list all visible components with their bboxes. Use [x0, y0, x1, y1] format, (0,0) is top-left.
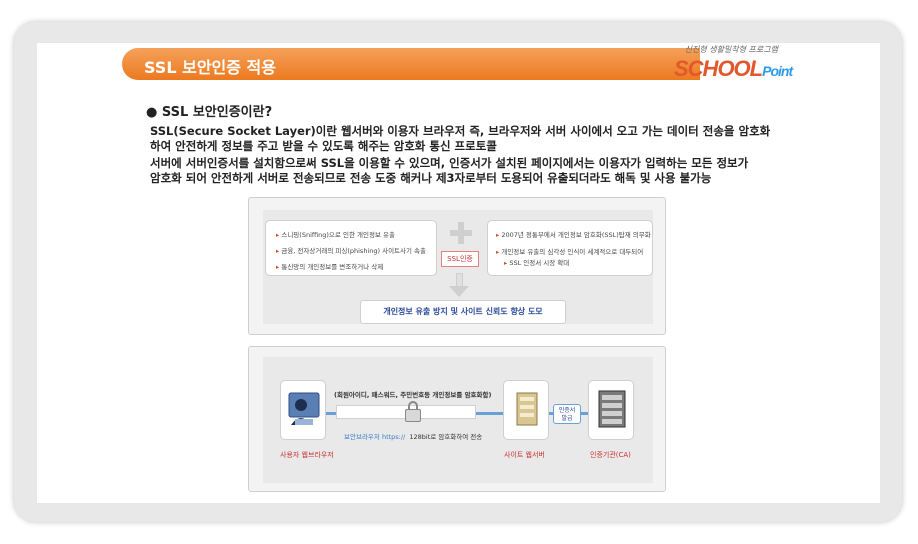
ca-label: 인증기관(CA) — [590, 451, 631, 459]
page-title: SSL 보안인증 적용 — [144, 58, 276, 77]
transport-caption: 보안브라우저 https:// 128bit로 암호화하여 전송 — [344, 431, 482, 441]
title-banner: SSL 보안인증 적용 — [122, 48, 700, 80]
bit-caption: 128bit로 암호화하여 전송 — [409, 433, 483, 441]
schoolpoint-logo: 신진형 생활밀착형 프로그램 SCHOOLPoint — [668, 44, 798, 86]
cert-line-2: 발급 — [561, 415, 573, 422]
paragraph-1-line-2: 하여 안전하게 정보를 주고 받을 수 있도록 해주는 암호화 통신 프로토콜 — [150, 139, 497, 153]
logo-main-text: SCHOOL — [674, 56, 763, 81]
policy-item: 개인정보 유출의 심각성 인식이 세계적으로 대두되어 — [496, 246, 643, 256]
plus-icon — [450, 222, 472, 244]
policy-item: 2007년 정통부에서 개인정보 암호화(SSL)탑재 의무화 — [496, 229, 650, 239]
paragraph-1-line-1: SSL(Secure Socket Layer)이란 웹서버와 이용자 브라우저… — [150, 124, 771, 138]
logo-suffix: Point — [762, 63, 793, 79]
paragraph-2-line-1: 서버에 서버인증서를 설치함으로써 SSL을 이용할 수 있으며, 인증서가 설… — [150, 156, 749, 170]
logo-wordmark: SCHOOLPoint — [674, 56, 793, 82]
ca-node — [588, 380, 634, 440]
arrow-down-icon — [449, 273, 469, 299]
threat-item: 스니핑(Sniffing)으로 인한 개인정보 유출 — [276, 229, 395, 239]
server-icon — [516, 392, 538, 426]
ssl-badge: SSL인증 — [441, 251, 479, 267]
paragraph-2-line-2: 암호화 되어 안전하게 서버로 전송되므로 전송 도중 해커나 제3자로부터 도… — [150, 171, 712, 185]
paragraph-2: 서버에 서버인증서를 설치함으로써 SSL을 이용할 수 있으며, 인증서가 설… — [150, 156, 748, 186]
threat-item: 금융, 전자상거래의 피싱(phishing) 사이트사기 속출 — [276, 245, 426, 255]
section-heading: ● SSL 보안인증이란? — [146, 105, 273, 120]
webserver-label: 사이트 웹서버 — [504, 451, 545, 459]
lock-icon — [402, 400, 424, 424]
ca-server-icon — [598, 390, 626, 428]
threat-item: 통신망의 개인정보를 변조하거나 삭제 — [276, 261, 383, 271]
user-label: 사용자 웹브라우저 — [280, 451, 334, 459]
policy-item-continued: SSL 인정서 시장 확대 — [504, 257, 569, 267]
user-node — [280, 380, 326, 440]
user-computer-icon — [288, 392, 320, 425]
paragraph-1: SSL(Secure Socket Layer)이란 웹서버와 이용자 브라우저… — [150, 124, 770, 154]
encryption-caption: (회원아이디, 패스워드, 주민번호등 개인정보를 암호화함) — [334, 391, 492, 399]
cert-line-1: 인증서 — [558, 407, 576, 414]
certificate-badge: 인증서 발급 — [553, 404, 581, 424]
logo-subtitle: 신진형 생활밀착형 프로그램 — [684, 45, 778, 54]
https-caption: 보안브라우저 https:// — [344, 433, 406, 441]
result-box: 개인정보 유출 방지 및 사이트 신뢰도 향상 도모 — [360, 300, 566, 324]
webserver-node — [503, 380, 549, 440]
